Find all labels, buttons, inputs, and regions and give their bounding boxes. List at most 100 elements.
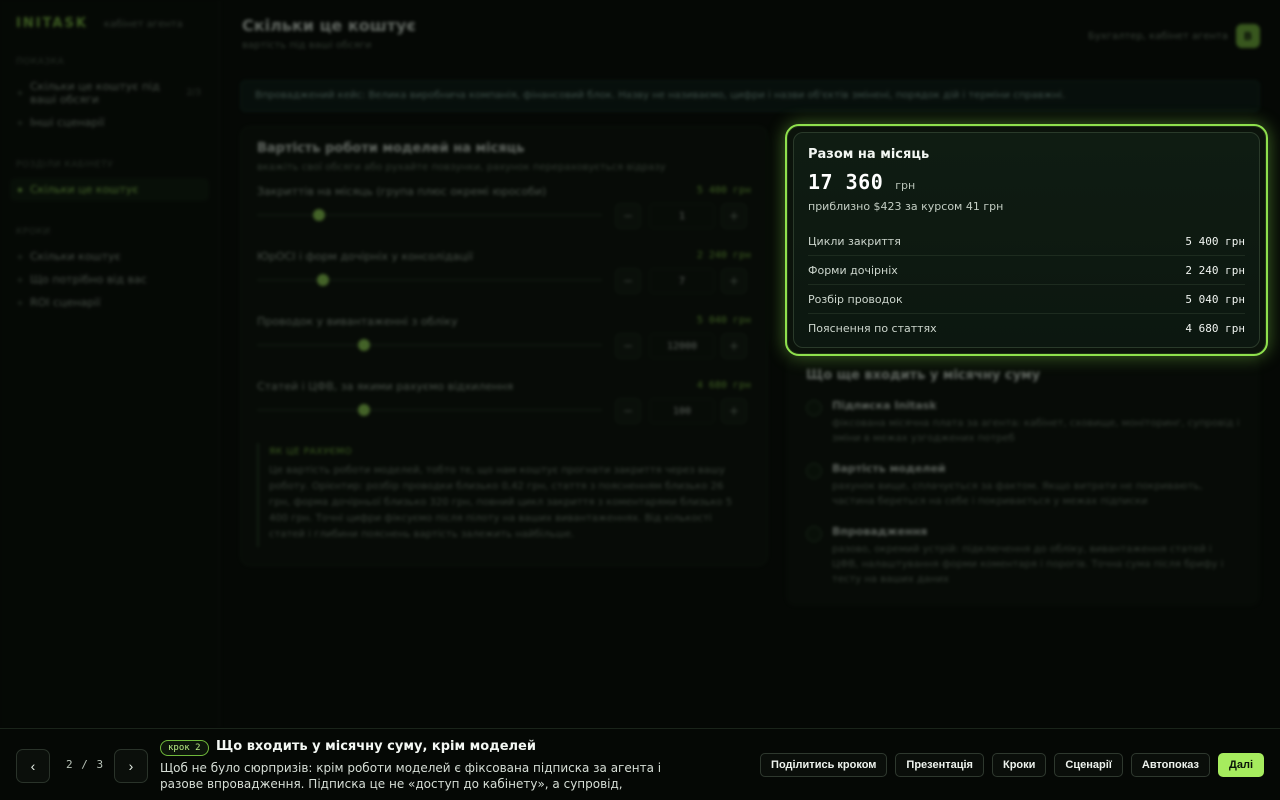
calculator-param: Проводок у вивантаженні з обліку 5 040 гр… — [257, 303, 751, 368]
sidebar-item-step[interactable]: Що потрібно від вас — [10, 268, 209, 291]
calculator-param: Статей і ЦФВ, за якими рахуємо відхиленн… — [257, 368, 751, 433]
param-label: Проводок у вивантаженні з обліку — [257, 315, 458, 328]
calculation-note: ЯК ЦЕ РАХУЄМО Це вартість роботи моделей… — [257, 443, 751, 547]
avatar[interactable]: В — [1236, 24, 1260, 48]
param-slider[interactable] — [257, 274, 602, 286]
summary-row: Пояснення по статтях 4 680 грн — [808, 314, 1245, 343]
param-input[interactable]: 100 — [649, 398, 715, 424]
increment-button[interactable]: + — [721, 203, 747, 229]
bullet-icon — [18, 187, 22, 192]
param-input[interactable]: 12000 — [649, 333, 715, 359]
bullet-icon — [18, 300, 22, 305]
summary-total-unit: грн — [895, 179, 916, 192]
step-badge: крок 2 — [160, 740, 209, 756]
chevron-right-icon: › — [128, 758, 134, 774]
param-cost: 5 400 грн — [696, 185, 751, 196]
note-text: Це вартість роботи моделей, тобто те, що… — [269, 465, 733, 540]
included-item-name: Впровадження — [832, 525, 928, 538]
sidebar-item-step[interactable]: ROI сценарії — [10, 291, 209, 314]
page-subtitle: вартість під ваші обсяги — [242, 40, 372, 51]
summary-row-value: 2 240 грн — [1185, 263, 1245, 277]
sidebar-item-cost[interactable]: Скільки це коштує під ваші обсяги 2/3 — [10, 75, 209, 111]
check-icon — [806, 463, 822, 479]
tour-step-text: Щоб не було сюрпризів: крім роботи модел… — [160, 761, 662, 791]
sidebar: INITASK кабінет агента ПОКАЗКА Скільки ц… — [0, 0, 220, 728]
main-content: Скільки це коштує вартість під ваші обся… — [240, 0, 1280, 728]
summary-row: Цикли закриття 5 400 грн — [808, 227, 1245, 256]
param-input[interactable]: 1 — [649, 203, 715, 229]
decrement-button[interactable]: − — [615, 398, 641, 424]
sidebar-section-title: ПОКАЗКА — [16, 57, 65, 67]
summary-title: Разом на місяць — [808, 147, 930, 162]
sidebar-section-title: КРОКИ — [16, 227, 51, 237]
calculator-params: Закриттів на місяць (група плюс окремі ю… — [257, 173, 751, 433]
included-item-name: Вартість моделей — [832, 462, 946, 475]
case-notice: Впроваджений кейс: Велика виробнича комп… — [240, 80, 1260, 112]
param-slider[interactable] — [257, 339, 602, 351]
param-cost: 5 040 грн — [696, 315, 751, 326]
user-area[interactable]: Бухгалтер, кабінет агента В — [1088, 24, 1260, 48]
param-input[interactable]: 7 — [649, 268, 715, 294]
note-title: ЯК ЦЕ РАХУЄМО — [269, 447, 353, 457]
sidebar-section-title: РОЗДІЛИ КАБІНЕТУ — [16, 160, 114, 170]
increment-button[interactable]: + — [721, 398, 747, 424]
summary-row-value: 4 680 грн — [1185, 322, 1245, 335]
background-app: INITASK кабінет агента ПОКАЗКА Скільки ц… — [0, 0, 1280, 728]
sidebar-item-label: Інші сценарії — [30, 116, 105, 129]
next-step-arrow-button[interactable]: › — [114, 749, 148, 783]
sidebar-item-label: Скільки це коштує — [30, 183, 139, 196]
logo-subtitle: кабінет агента — [103, 19, 183, 30]
summary-row-label: Цикли закриття — [808, 234, 901, 248]
logo-row: INITASK кабінет агента — [10, 16, 209, 31]
slider-thumb[interactable] — [316, 274, 329, 286]
autoplay-button[interactable]: Автопоказ — [1130, 753, 1210, 777]
summary-row: Розбір проводок 5 040 грн — [808, 285, 1245, 314]
scenarios-button[interactable]: Сценарії — [1054, 753, 1123, 777]
decrement-button[interactable]: − — [615, 268, 641, 294]
param-slider[interactable] — [257, 209, 602, 221]
decrement-button[interactable]: − — [615, 333, 641, 359]
increment-button[interactable]: + — [721, 268, 747, 294]
sidebar-item-active[interactable]: Скільки це коштує — [10, 178, 209, 201]
included-title: Що ще входить у місячну суму — [806, 368, 1041, 383]
included-item: Впровадження разово, окремий устрій: під… — [806, 525, 1240, 587]
sidebar-item-label: ROI сценарії — [30, 296, 101, 309]
param-slider[interactable] — [257, 404, 602, 416]
tour-actions: Поділитись кроком Презентація Кроки Сцен… — [760, 753, 1264, 777]
sidebar-item-other-scenarios[interactable]: Інші сценарії — [10, 111, 209, 134]
decrement-button[interactable]: − — [615, 203, 641, 229]
sidebar-item-count: 2/3 — [186, 88, 201, 98]
bullet-icon — [18, 254, 22, 259]
cost-calculator: Вартість роботи моделей на місяць вкажіт… — [240, 126, 768, 566]
param-label: Статей і ЦФВ, за якими рахуємо відхиленн… — [257, 380, 514, 393]
slider-thumb[interactable] — [313, 209, 326, 221]
bullet-icon — [18, 120, 22, 125]
bullet-icon — [18, 91, 22, 95]
included-item-name: Підписка Initask — [832, 399, 937, 412]
included-item-desc: рахунок вище, сплачується за фактом. Якщ… — [832, 481, 1203, 507]
user-label: Бухгалтер, кабінет агента — [1088, 30, 1228, 42]
next-button[interactable]: Далі — [1218, 753, 1264, 777]
summary-row: Форми дочірніх 2 240 грн — [808, 256, 1245, 285]
bullet-icon — [18, 277, 22, 282]
included-item: Підписка Initask фіксована місячна плата… — [806, 399, 1240, 446]
included-item-desc: фіксована місячна плата за агента: кабін… — [832, 418, 1240, 444]
summary-total-value: 17 360 — [808, 170, 884, 194]
steps-button[interactable]: Кроки — [991, 753, 1047, 777]
share-step-button[interactable]: Поділитись кроком — [760, 753, 888, 777]
param-label: ЮрОСІ і форм дочірніх у консолідації — [257, 250, 473, 263]
summary-row-value: 5 400 грн — [1185, 234, 1245, 248]
summary-total: 17 360 грн — [808, 170, 1245, 194]
slider-thumb[interactable] — [357, 339, 370, 351]
monthly-summary-card: Разом на місяць 17 360 грн приблизно $42… — [785, 124, 1268, 356]
slider-thumb[interactable] — [357, 404, 370, 416]
prev-step-button[interactable]: ‹ — [16, 749, 50, 783]
tour-bar: ‹ 2 / 3 › крок 2 Що входить у місячну су… — [0, 728, 1280, 800]
sidebar-item-label: Що потрібно від вас — [30, 273, 147, 286]
increment-button[interactable]: + — [721, 333, 747, 359]
summary-row-label: Розбір проводок — [808, 292, 903, 306]
summary-row-value: 5 040 грн — [1185, 292, 1245, 306]
sidebar-item-step[interactable]: Скільки коштує — [10, 245, 209, 268]
summary-row-label: Пояснення по статтях — [808, 322, 937, 335]
presentation-button[interactable]: Презентація — [895, 753, 984, 777]
